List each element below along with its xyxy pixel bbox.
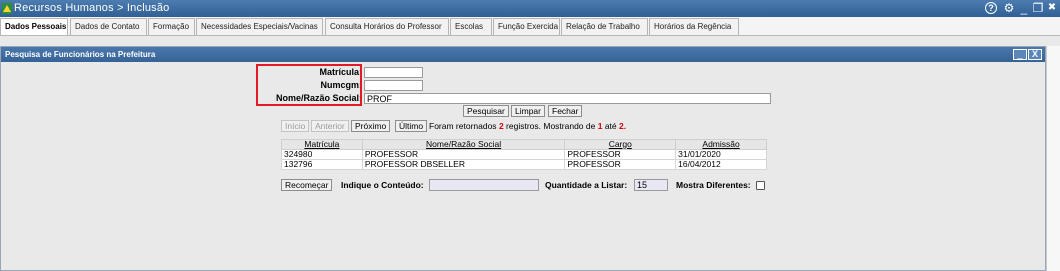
cell-cargo[interactable]: PROFESSOR (564, 159, 677, 170)
cell-admissao[interactable]: 31/01/2020 (675, 149, 767, 160)
results-from: 1 (597, 121, 603, 131)
matricula-input[interactable] (364, 67, 423, 78)
results-count: 2 (498, 121, 504, 131)
tab-consulta-horarios[interactable]: Consulta Horários do Professor (325, 18, 449, 35)
fechar-button[interactable]: Fechar (548, 105, 583, 117)
numcgm-input[interactable] (364, 80, 423, 91)
column-header-nome[interactable]: Nome/Razão Social (361, 139, 566, 150)
inicio-button[interactable]: Início (281, 120, 310, 132)
anterior-button[interactable]: Anterior (311, 120, 349, 132)
pesquisar-button[interactable]: Pesquisar (463, 105, 509, 117)
column-header-cargo[interactable]: Cargo (564, 139, 677, 150)
panel-minimize-button[interactable]: _ (1013, 49, 1027, 60)
restore-icon[interactable]: ❐ (1031, 1, 1045, 15)
tab-dados-contato[interactable]: Dados de Contato (70, 18, 147, 35)
mostra-diferentes-checkbox[interactable] (756, 181, 765, 190)
results-table: Matrícula Nome/Razão Social Cargo Admiss… (281, 139, 767, 170)
gear-icon[interactable]: ⚙ (1002, 1, 1016, 15)
quantidade-label: Quantidade a Listar: (545, 180, 628, 190)
right-scroll-area (1046, 46, 1060, 271)
help-icon[interactable]: ? (985, 2, 997, 14)
results-to: 2. (619, 121, 627, 131)
cell-cargo[interactable]: PROFESSOR (564, 149, 677, 160)
table-row[interactable]: 324980 PROFESSOR PROFESSOR 31/01/2020 (281, 149, 767, 160)
panel-close-button[interactable]: X (1028, 49, 1042, 60)
tab-dados-pessoais[interactable]: Dados Pessoais (0, 18, 68, 35)
results-info: Foram retornados 2 registros. Mostrando … (429, 121, 627, 131)
proximo-button[interactable]: Próximo (351, 120, 391, 132)
title-bar: Recursos Humanos > Inclusão ? ⚙ _ ❐ ✖ (0, 0, 1060, 17)
quantidade-input[interactable] (634, 179, 668, 191)
panel-title: Pesquisa de Funcionários na Prefeitura (1, 47, 1045, 62)
recomecar-button[interactable]: Recomeçar (281, 179, 333, 191)
cell-nome[interactable]: PROFESSOR (361, 149, 566, 160)
tab-escolas[interactable]: Escolas (450, 18, 492, 35)
tab-relacao-trabalho[interactable]: Relação de Trabalho (561, 18, 648, 35)
tab-formacao[interactable]: Formação (148, 18, 195, 35)
cell-nome[interactable]: PROFESSOR DBSELLER (361, 159, 566, 170)
conteudo-label: Indique o Conteúdo: (341, 180, 424, 190)
nome-razao-social-input[interactable] (364, 93, 771, 104)
tab-funcao-exercida[interactable]: Função Exercida (493, 18, 560, 35)
table-row[interactable]: 132796 PROFESSOR DBSELLER PROFESSOR 16/0… (281, 159, 767, 170)
ultimo-button[interactable]: Último (395, 120, 428, 132)
cell-admissao[interactable]: 16/04/2012 (675, 159, 767, 170)
minimize-icon[interactable]: _ (1017, 1, 1031, 15)
app-logo-icon (2, 3, 12, 14)
cell-matricula[interactable]: 324980 (281, 149, 363, 160)
tab-bar: Dados Pessoais Dados de Contato Formação… (0, 17, 1060, 36)
cell-matricula[interactable]: 132796 (281, 159, 363, 170)
highlight-box (256, 64, 362, 106)
close-icon[interactable]: ✖ (1045, 1, 1059, 15)
tab-horarios-regencia[interactable]: Horários da Regência (649, 18, 739, 35)
column-header-admissao[interactable]: Admissão (675, 139, 767, 150)
conteudo-input[interactable] (429, 179, 539, 191)
mostra-diferentes-label: Mostra Diferentes: (676, 180, 751, 190)
table-header-row: Matrícula Nome/Razão Social Cargo Admiss… (281, 139, 767, 150)
window-title: Recursos Humanos > Inclusão (14, 2, 170, 14)
tab-necessidades-especiais[interactable]: Necessidades Especiais/Vacinas (196, 18, 323, 35)
column-header-matricula[interactable]: Matrícula (281, 139, 363, 150)
limpar-button[interactable]: Limpar (511, 105, 545, 117)
